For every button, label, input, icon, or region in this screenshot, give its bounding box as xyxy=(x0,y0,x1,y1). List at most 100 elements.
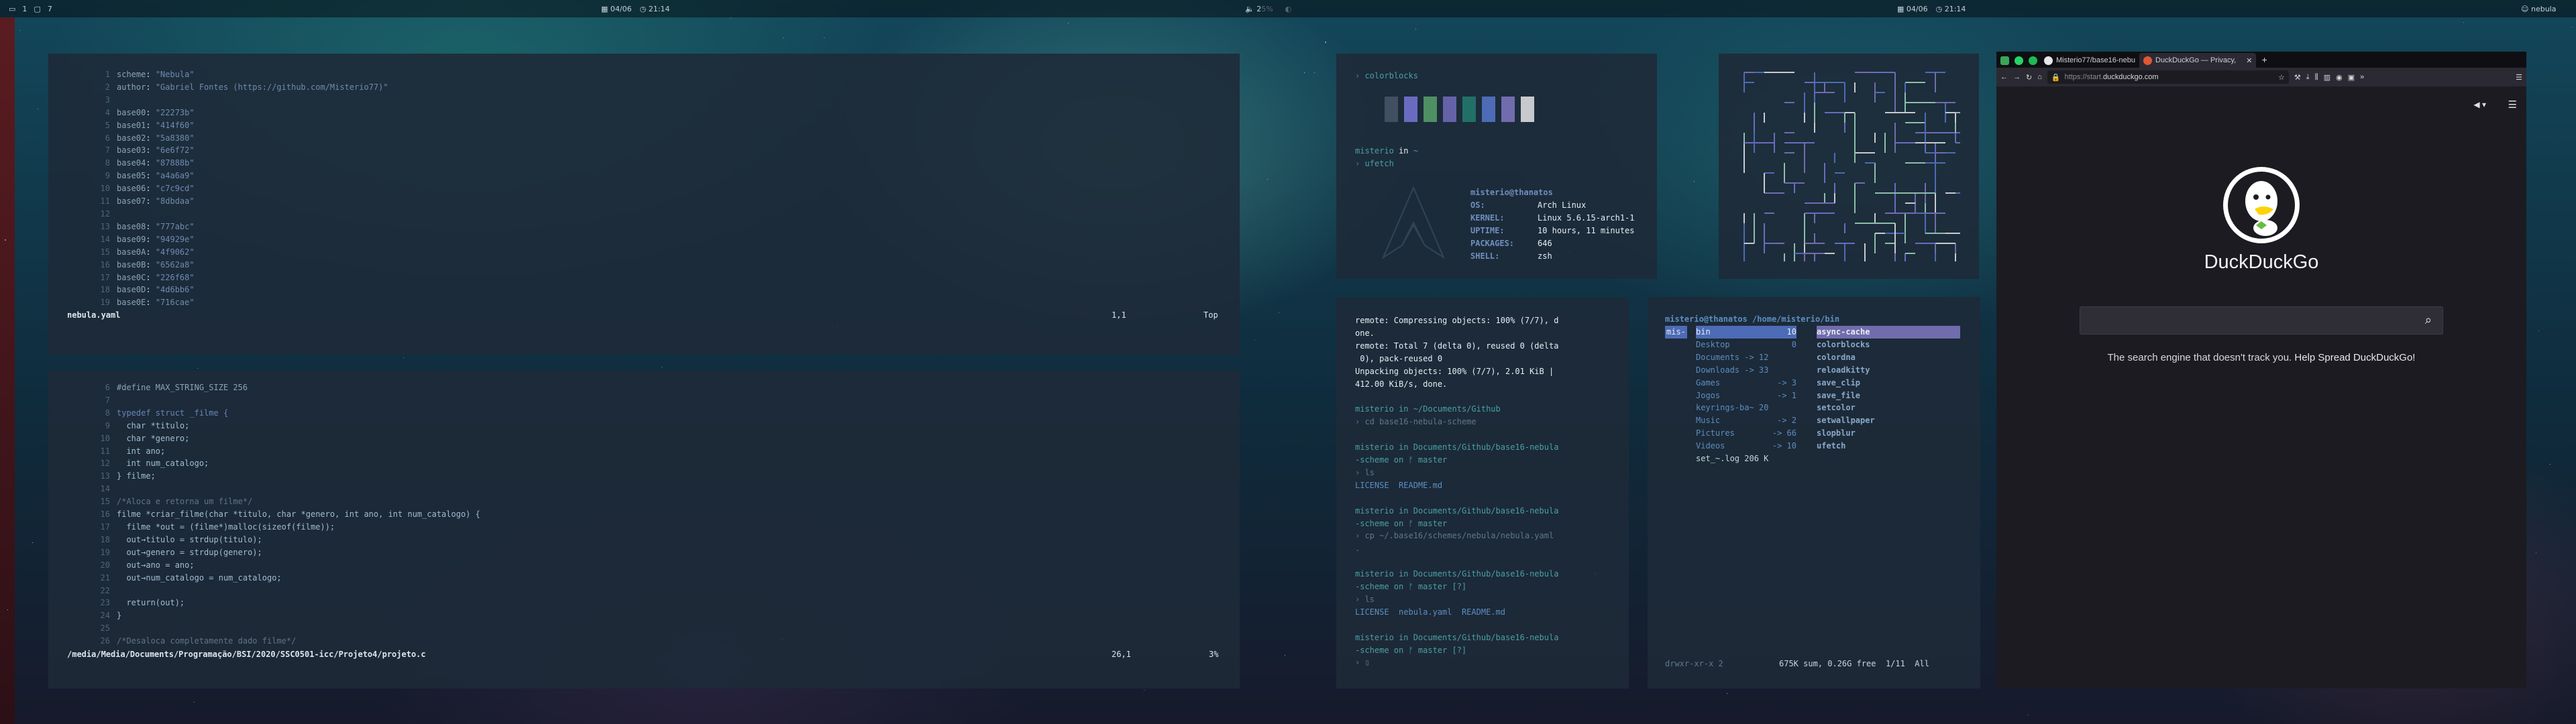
color-swatch xyxy=(1443,97,1456,122)
yaml-key: base06 xyxy=(117,184,146,194)
browser-window[interactable]: Misterio77/base16-nebu DuckDuckGo — Priv… xyxy=(1996,52,2526,688)
file-manager-dir-list[interactable]: bin 10 Desktop 0 Documents -> 12 Downloads ->… xyxy=(1696,326,1796,465)
file-manager-file[interactable]: slopblur xyxy=(1817,427,1960,440)
menu-icon[interactable]: ☰ xyxy=(2516,73,2522,82)
file-manager-file[interactable]: setwallpaper xyxy=(1817,414,1960,427)
forward-icon[interactable]: → xyxy=(2013,73,2021,81)
terminal-line: misterio in Documents/Github/base16-nebu… xyxy=(1355,632,1559,642)
yaml-value: "8dbdaa" xyxy=(155,196,195,206)
editor-yaml-content[interactable]: 1 scheme: "Nebula" 2 author: "Gabriel Fonte… xyxy=(75,68,388,309)
ufetch-info-row: KERNEL: Linux 5.6.15-arch1-1 xyxy=(1470,212,1635,225)
file-manager-entry[interactable]: Desktop 0 xyxy=(1696,339,1796,351)
file-manager-entry[interactable]: Pictures -> 66 xyxy=(1696,427,1796,440)
whatsapp-icon[interactable] xyxy=(2015,56,2023,65)
yaml-key: base0C xyxy=(117,272,146,282)
terminal-line: misterio in Documents/Github/base16-nebu… xyxy=(1355,569,1559,579)
bookmark-star-icon[interactable]: ☆ xyxy=(2278,73,2285,82)
code-text: out→num_catalogo = num_catalogo; xyxy=(117,572,282,583)
file-manager-entry[interactable]: set_~.log 206 K xyxy=(1696,452,1796,465)
entry-name: Documents -> 12 xyxy=(1696,352,1769,362)
line-number: 22 xyxy=(100,585,110,595)
editor-c-line: 16 filme *criar_filme(char *titulo, char … xyxy=(75,508,480,521)
ufetch-info-row: SHELL: zsh xyxy=(1470,250,1635,263)
terminal-line: LICENSE README.md xyxy=(1355,480,1443,490)
file-manager-file[interactable]: reloadkitty xyxy=(1817,364,1960,377)
editor-yaml-filename: nebula.yaml xyxy=(67,310,121,320)
github-icon xyxy=(2044,56,2053,65)
file-manager-file-list[interactable]: async-cache colorblocks colordna reloadkitt… xyxy=(1817,326,1960,452)
entry-count: 0 xyxy=(1791,339,1796,349)
home-icon[interactable]: ⌂ xyxy=(2037,73,2042,81)
file-manager-file[interactable]: save_clip xyxy=(1817,377,1960,389)
tab-duckduckgo[interactable]: DuckDuckGo — Privacy, ✕ xyxy=(2139,53,2257,68)
download-icon[interactable]: ⤓ xyxy=(2306,73,2310,82)
terminal-git-window[interactable]: remote: Compressing objects: 100% (7/7),… xyxy=(1336,297,1629,688)
file-manager-entry[interactable]: Jogos -> 1 xyxy=(1696,389,1796,402)
line-number: 17 xyxy=(100,272,110,282)
overflow-icon[interactable]: » xyxy=(2360,73,2364,81)
terminal-line: 412.00 KiB/s, done. xyxy=(1355,379,1448,389)
color-swatches xyxy=(1385,97,1534,122)
library-icon[interactable]: ⫼ xyxy=(2315,73,2318,82)
file-manager-window[interactable]: misterio@thanatos /home/misterio/bin mis… xyxy=(1648,297,1980,688)
search-icon[interactable]: ⌕ xyxy=(2425,313,2432,327)
color-swatch xyxy=(1404,97,1417,122)
ufetch-info-key: KERNEL: xyxy=(1470,213,1505,223)
terminal-ufetch-window[interactable]: › colorblocks misterio in ~ › ufetch mis… xyxy=(1336,54,1657,279)
new-tab-button[interactable]: + xyxy=(2261,54,2267,65)
theme-toggle[interactable]: ◀ ▾ xyxy=(2473,100,2486,109)
entry-name: keyrings-ba~ 20 xyxy=(1696,403,1769,413)
pinned-app-icon[interactable] xyxy=(2000,56,2009,65)
file-manager-file[interactable]: save_file xyxy=(1817,389,1960,402)
file-manager-entry[interactable]: Downloads -> 33 xyxy=(1696,364,1796,377)
editor-yaml-line: 6 base02: "5a8380" xyxy=(75,132,388,145)
editor-c-scroll: 3% xyxy=(1209,650,1219,659)
workspace-icon[interactable]: ▭ xyxy=(9,5,15,13)
terminal-maze-window[interactable] xyxy=(1719,54,1979,279)
workspace-indicator[interactable]: 1 xyxy=(22,5,27,13)
sidebar-icon[interactable]: ▥ xyxy=(2324,73,2330,82)
extension-icon[interactable]: ▣ xyxy=(2348,73,2355,82)
file-manager-header: misterio@thanatos /home/misterio/bin xyxy=(1665,314,1840,324)
file-manager-entry[interactable]: bin 10 xyxy=(1696,326,1796,339)
ufetch-info: misterio@thanatos OS: Arch Linux KERNEL: Li… xyxy=(1470,186,1635,262)
editor-yaml-cursor-position: 1,1 xyxy=(1112,310,1126,320)
page-menu-icon[interactable]: ☰ xyxy=(2508,99,2517,111)
yaml-value: "6562a8" xyxy=(155,259,195,269)
arch-logo-icon xyxy=(1381,186,1446,259)
tools-icon[interactable]: ⚒ xyxy=(2294,73,2301,82)
file-manager-entry[interactable]: Videos -> 10 xyxy=(1696,440,1796,452)
tab-github[interactable]: Misterio77/base16-nebu xyxy=(2040,53,2139,68)
file-manager-file[interactable]: setcolor xyxy=(1817,402,1960,414)
color-swatch xyxy=(1482,97,1495,122)
file-manager-entry[interactable]: Documents -> 12 xyxy=(1696,351,1796,364)
file-manager-file[interactable]: ufetch xyxy=(1817,440,1960,452)
help-spread-link[interactable]: Help Spread DuckDuckGo! xyxy=(2294,352,2415,363)
editor-c-content[interactable]: 6 #define MAX_STRING_SIZE 256 7 8 typedef st… xyxy=(75,381,480,648)
search-input[interactable]: ⌕ xyxy=(2080,306,2443,335)
file-manager-file[interactable]: colorblocks xyxy=(1817,339,1960,351)
account-icon[interactable]: ◉ xyxy=(2336,73,2343,82)
host-icon: ☺ xyxy=(2521,4,2531,13)
file-manager-file[interactable]: colordna xyxy=(1817,351,1960,364)
editor-yaml-statusline: nebula.yaml 1,1 Top xyxy=(48,308,1240,322)
file-manager-entry[interactable]: keyrings-ba~ 20 xyxy=(1696,402,1796,414)
file-manager-entry[interactable]: Music -> 2 xyxy=(1696,414,1796,427)
file-manager-entry[interactable]: Games -> 3 xyxy=(1696,377,1796,389)
line-number: 20 xyxy=(100,560,110,570)
reload-icon[interactable]: ↻ xyxy=(2026,73,2032,82)
file-manager-file[interactable]: async-cache xyxy=(1817,326,1960,339)
back-icon[interactable]: ← xyxy=(2000,73,2008,81)
editor-yaml-window[interactable]: 1 scheme: "Nebula" 2 author: "Gabriel Fonte… xyxy=(48,54,1240,355)
editor-c-window[interactable]: 6 #define MAX_STRING_SIZE 256 7 8 typedef st… xyxy=(48,371,1240,688)
ufetch-command: › ufetch xyxy=(1355,159,1394,168)
duckduckgo-logo-icon[interactable] xyxy=(2221,165,2302,245)
entry-name: bin xyxy=(1696,327,1711,337)
yaml-value: "Gabriel Fontes (https://github.com/Mist… xyxy=(155,82,388,92)
line-number: 4 xyxy=(105,107,110,117)
spotify-icon[interactable] xyxy=(2029,56,2037,65)
line-number: 7 xyxy=(105,145,110,156)
close-tab-icon[interactable]: ✕ xyxy=(2246,56,2252,65)
line-number: 16 xyxy=(100,509,110,520)
url-field[interactable]: 🔒 https://start.duckduckgo.com ☆ xyxy=(2047,70,2289,84)
